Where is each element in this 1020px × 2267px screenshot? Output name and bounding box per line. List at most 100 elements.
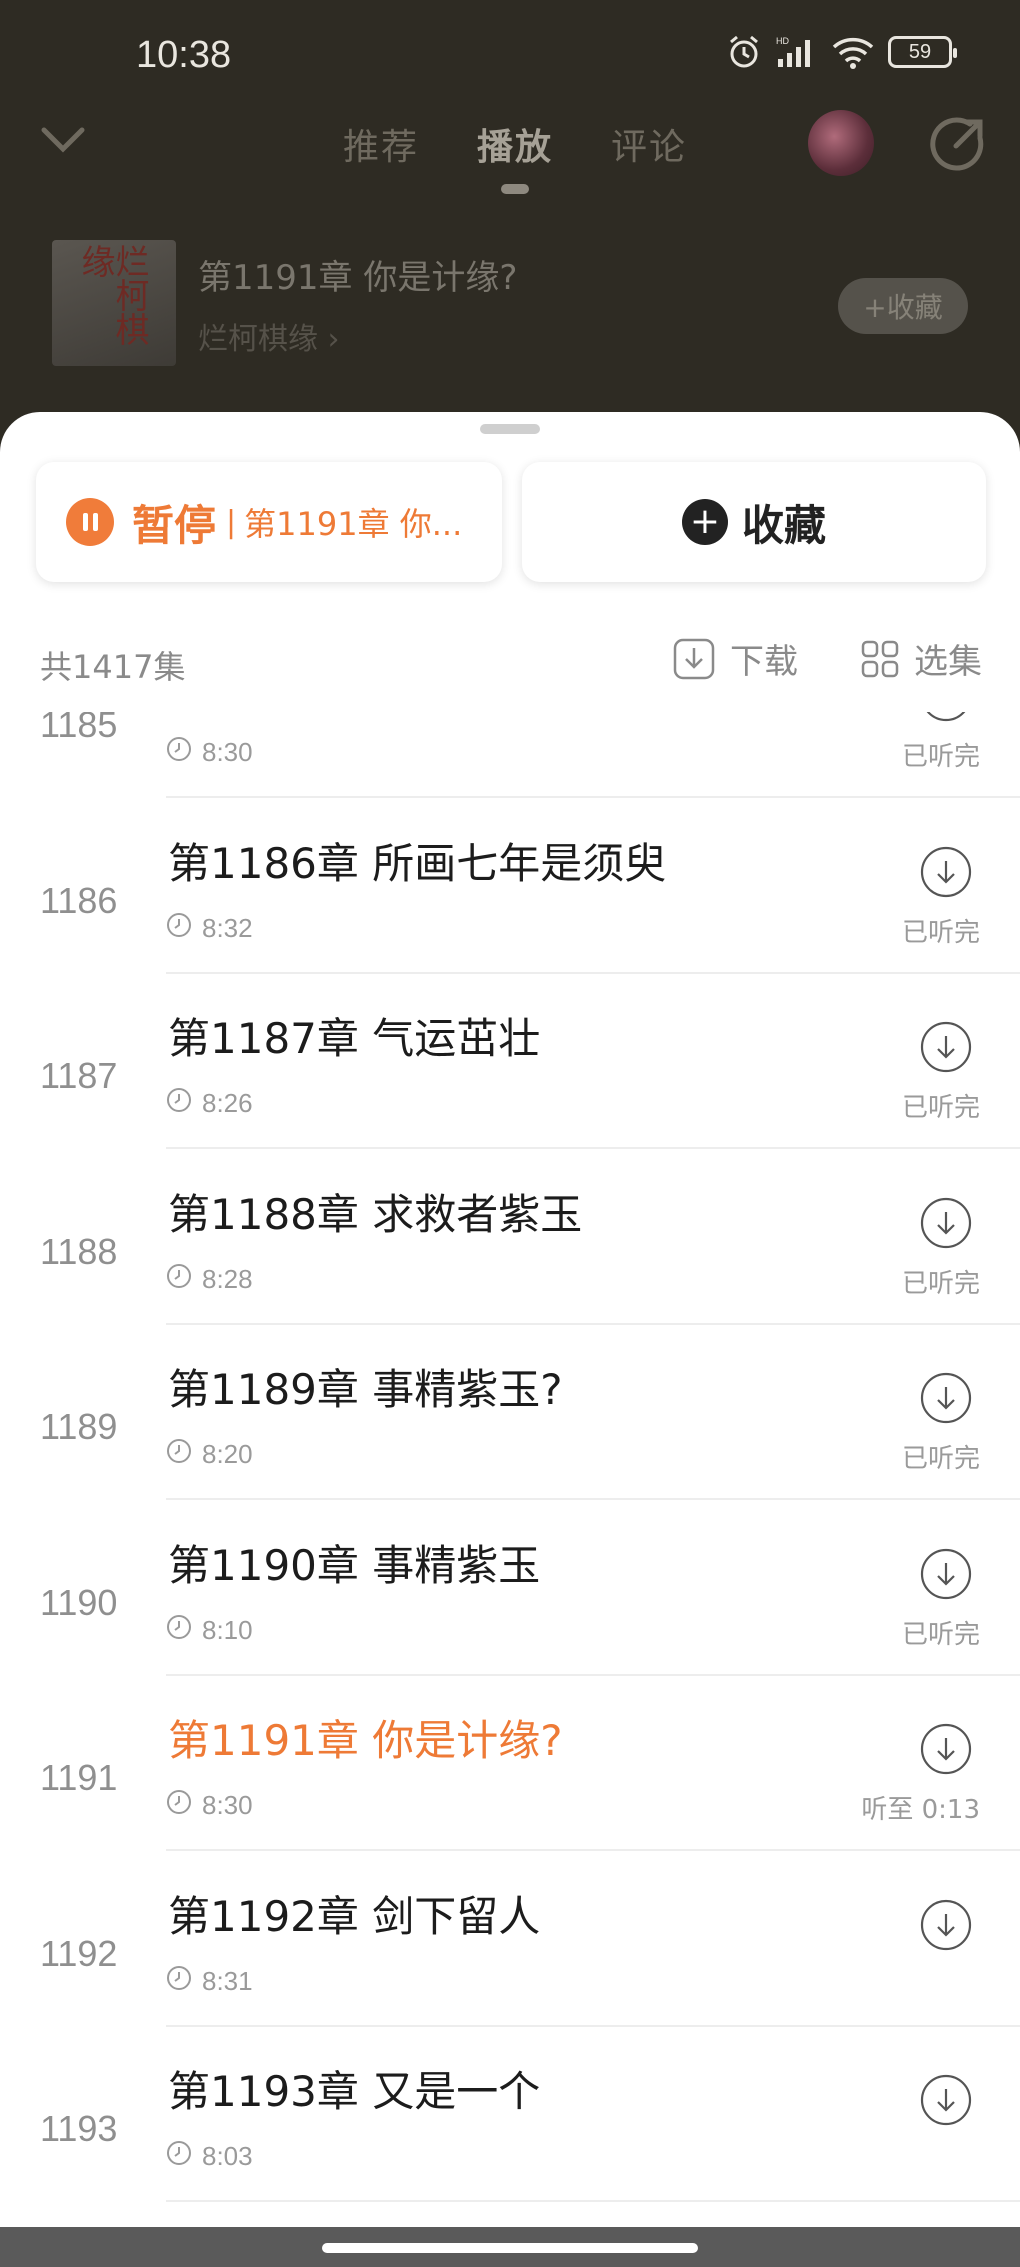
episode-row[interactable]: 1187 第1187章 气运茁壮 8:26 已听完: [0, 973, 1020, 1149]
book-cover[interactable]: 烂柯棋缘: [52, 240, 176, 366]
battery-indicator: 59: [888, 36, 957, 68]
svg-text:HD: HD: [776, 36, 789, 46]
header-collect-button[interactable]: +收藏: [838, 278, 968, 334]
tab-comments[interactable]: 评论: [611, 118, 687, 170]
duration-text: 8:30: [202, 737, 253, 767]
episode-row[interactable]: 1186 第1186章 所画七年是须臾 8:32 已听完: [0, 798, 1020, 974]
episode-title: 第1193章 又是一个: [168, 2067, 541, 2116]
download-all-button[interactable]: 下载: [672, 634, 798, 683]
episode-title: 第1187章 气运茁壮: [168, 1014, 541, 1063]
episode-status: 已听完: [901, 1268, 980, 1299]
now-playing-title: 第1191章 你...: [244, 505, 463, 543]
episode-status: 已听完: [901, 1444, 980, 1474]
wifi-icon: [832, 37, 874, 69]
home-gesture-bar[interactable]: [322, 2243, 698, 2253]
download-episode-icon[interactable]: [920, 1197, 972, 1253]
episode-duration: 8:30: [166, 1789, 253, 1822]
episode-title: 第1186章 所画七年是须臾: [168, 838, 667, 888]
book-name-link[interactable]: 烂柯棋缘 ›: [198, 314, 340, 358]
list-header: 共1417集 下载 选集: [0, 634, 1020, 690]
duration-text: 8:03: [202, 2141, 253, 2171]
status-bar: 10:38 HD 59: [0, 0, 1020, 112]
download-label: 下载: [730, 642, 798, 682]
duration-text: 8:26: [202, 1088, 253, 1118]
download-episode-icon[interactable]: [920, 1372, 972, 1428]
episode-title: 第1189章 事精紫玉?: [168, 1365, 563, 1414]
episode-title: 第1185章 金环的去?: [168, 712, 563, 715]
duration-text: 8:28: [202, 1263, 253, 1294]
episode-row[interactable]: 1188 第1188章 求救者紫玉 8:28 已听完: [0, 1149, 1020, 1325]
avatar[interactable]: [808, 110, 874, 176]
collect-label: 收藏: [741, 500, 826, 550]
book-info: 烂柯棋缘 第1191章 你是计缘? 烂柯棋缘 › +收藏: [52, 240, 972, 370]
episode-number: 1188: [40, 1230, 118, 1272]
episode-duration: 8:20: [166, 1438, 253, 1471]
clock-icon: [166, 912, 192, 945]
select-label: 选集: [914, 642, 982, 682]
download-episode-icon[interactable]: [920, 2074, 972, 2130]
grid-icon: [861, 640, 899, 677]
episode-number: 1191: [40, 1757, 118, 1798]
episode-status: 听至 0:13: [861, 1795, 980, 1825]
episode-status: 已听完: [901, 742, 980, 772]
duration-text: 8:10: [202, 1614, 253, 1645]
episode-count: 共1417集: [40, 648, 186, 686]
episode-title: 第1191章 你是计缘?: [168, 1716, 563, 1765]
book-name: 烂柯棋缘: [198, 322, 318, 357]
tab-recommend[interactable]: 推荐: [343, 118, 419, 170]
episode-status: 已听完: [901, 1093, 980, 1123]
episode-number: 1192: [40, 1932, 118, 1974]
download-episode-icon[interactable]: [920, 1021, 972, 1077]
episode-duration: 8:10: [166, 1614, 253, 1647]
alarm-icon: [730, 35, 758, 68]
clock-icon: [166, 1087, 192, 1120]
top-navigation: 推荐 播放 评论: [0, 110, 1020, 190]
sheet-drag-handle[interactable]: [480, 424, 540, 434]
duration-text: 8:32: [202, 912, 253, 943]
episode-row[interactable]: 1192 第1192章 剑下留人 8:31: [0, 1851, 1020, 2027]
episode-number: 1190: [40, 1581, 118, 1623]
pause-label: 暂停: [132, 500, 217, 550]
episode-title: 第1188章 求救者紫玉: [168, 1189, 583, 1239]
duration-text: 8:30: [202, 1790, 253, 1820]
tab-play[interactable]: 播放: [477, 118, 553, 170]
episode-number: 1187: [40, 1055, 118, 1096]
episode-row[interactable]: 1189 第1189章 事精紫玉? 8:20 已听完: [0, 1324, 1020, 1500]
clock-icon: [166, 1263, 192, 1296]
share-icon[interactable]: [930, 116, 986, 172]
episode-status: 已听完: [901, 1619, 980, 1650]
plus-icon: +: [681, 499, 728, 545]
status-time: 10:38: [136, 34, 232, 76]
episode-sheet: 暂停 | 第1191章 你... + 收藏 共1417集 下载 选集 1185 第…: [0, 412, 1020, 2227]
clock-icon: [166, 1438, 192, 1471]
select-episodes-button[interactable]: 选集: [860, 634, 982, 683]
signal-icon: HD: [776, 36, 810, 67]
episode-row[interactable]: 1193 第1193章 又是一个 8:03: [0, 2026, 1020, 2202]
chevron-right-icon: ›: [327, 322, 340, 357]
pause-button[interactable]: 暂停 | 第1191章 你...: [36, 462, 502, 582]
download-episode-icon[interactable]: [920, 1548, 972, 1604]
duration-text: 8:31: [202, 1965, 253, 1996]
duration-text: 8:20: [202, 1439, 253, 1469]
episode-duration: 8:03: [166, 2140, 253, 2173]
episode-number: 1193: [40, 2108, 118, 2149]
collect-button[interactable]: + 收藏: [522, 462, 986, 582]
clock-icon: [166, 736, 192, 769]
episode-number: 1186: [40, 879, 118, 921]
download-icon: [673, 638, 715, 679]
download-episode-icon[interactable]: [920, 712, 972, 726]
episode-row[interactable]: 1190 第1190章 事精紫玉 8:10 已听完: [0, 1500, 1020, 1676]
download-episode-icon[interactable]: [920, 1723, 972, 1779]
clock-icon: [166, 1965, 192, 1998]
episode-status: 已听完: [901, 917, 980, 948]
episode-duration: 8:28: [166, 1263, 253, 1296]
episode-duration: 8:32: [166, 912, 253, 945]
clock-icon: [166, 1789, 192, 1822]
download-episode-icon[interactable]: [920, 846, 972, 902]
pause-icon: [66, 498, 114, 546]
clock-icon: [166, 1614, 192, 1647]
episode-row[interactable]: 1185 第1185章 金环的去? 8:30 已听完: [0, 712, 1020, 798]
download-episode-icon[interactable]: [920, 1899, 972, 1955]
episode-row[interactable]: 1191 第1191章 你是计缘? 8:30 听至 0:13: [0, 1675, 1020, 1851]
episode-list: 1185 第1185章 金环的去? 8:30 已听完 1186 第1186章 所画七年是须…: [0, 712, 1020, 2227]
